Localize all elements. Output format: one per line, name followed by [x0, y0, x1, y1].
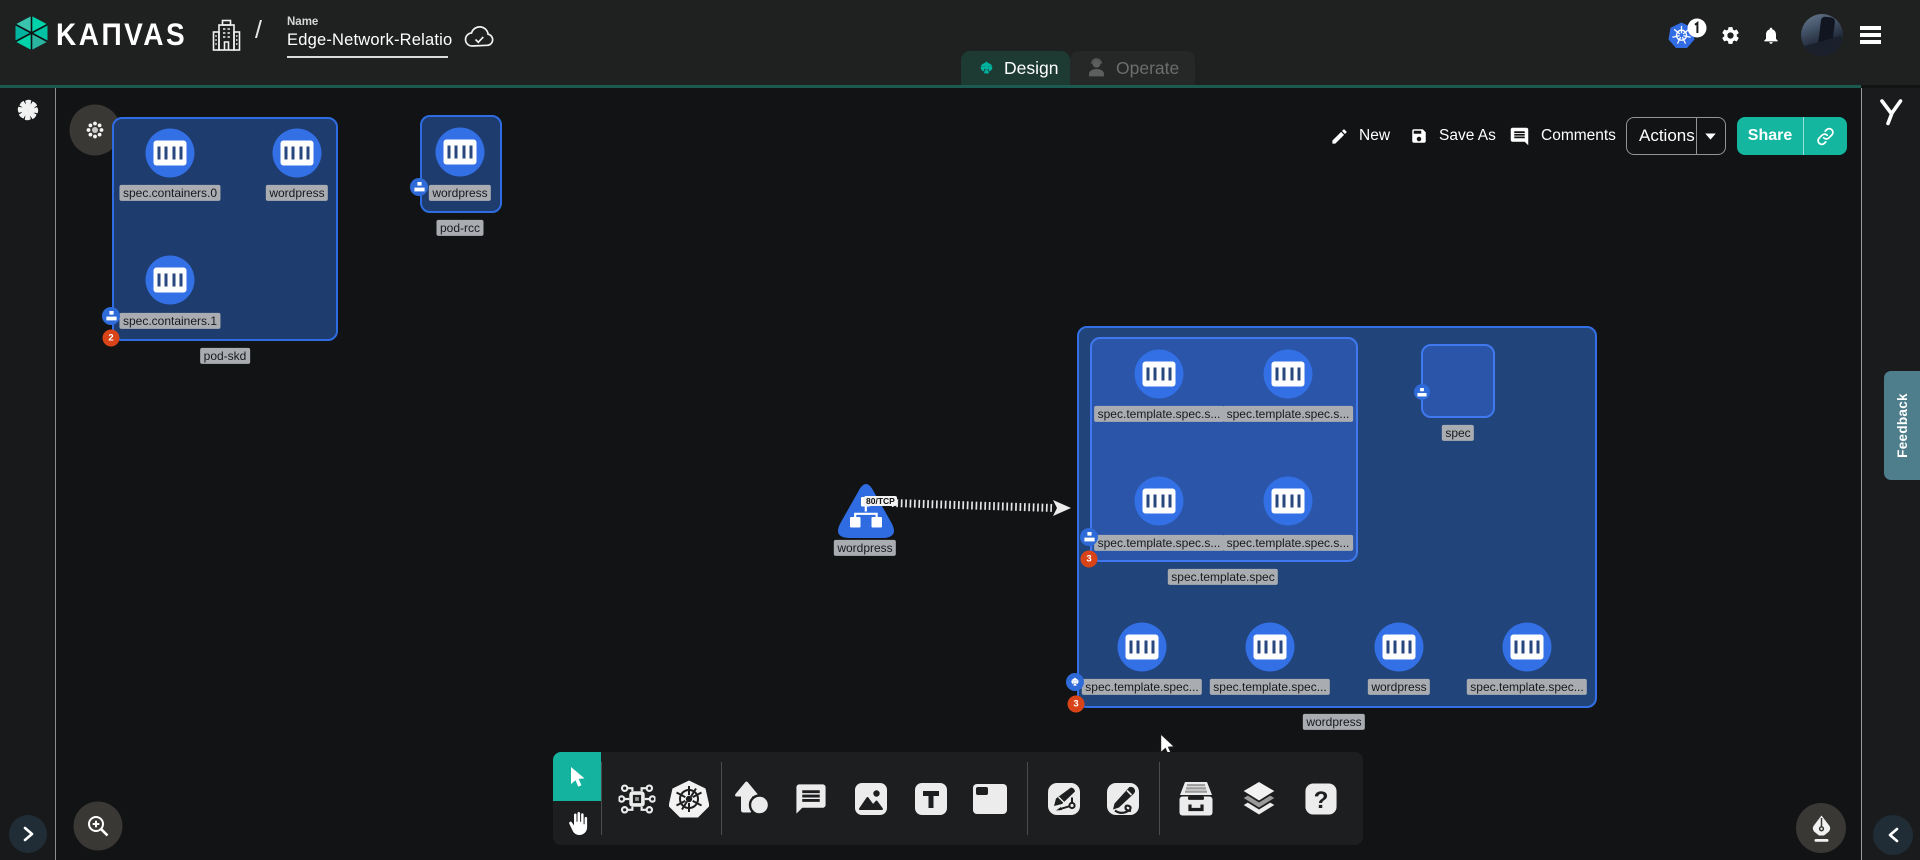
svg-text:?: ? — [1314, 787, 1329, 814]
